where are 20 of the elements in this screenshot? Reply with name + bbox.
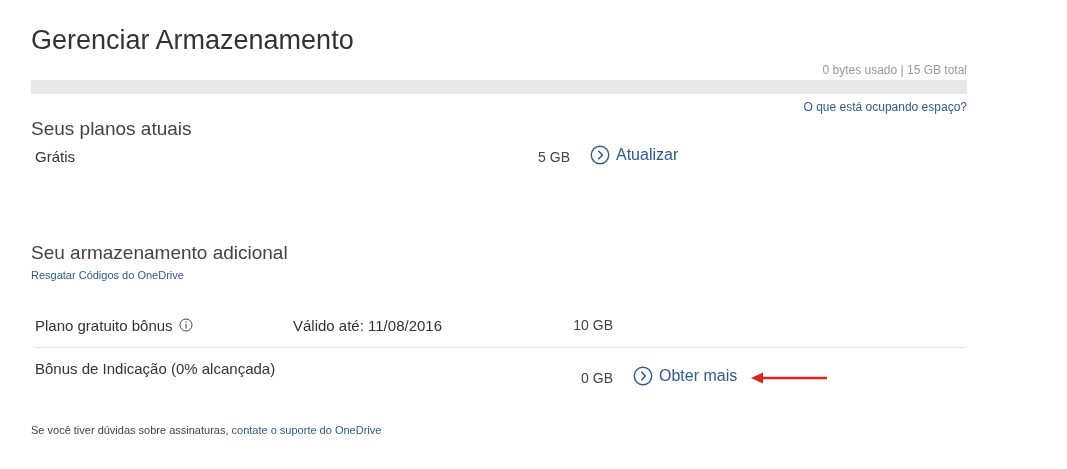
- plan-name: Grátis: [35, 148, 76, 165]
- usage-text: 0 bytes usado | 15 GB total: [821, 62, 967, 78]
- storage-link[interactable]: O que está ocupando espaço?: [803, 100, 967, 114]
- upgrade-link[interactable]: Atualizar: [590, 145, 679, 165]
- redeem-link[interactable]: Resgatar Códigos do OneDrive: [31, 269, 184, 281]
- validity-text: Válido até: 11/08/2016: [293, 316, 443, 334]
- plan-amount: 5 GB: [537, 148, 570, 165]
- info-icon[interactable]: [178, 318, 193, 332]
- footer-text: Se você tiver dúvidas sobre assinaturas, contate o suporte do OneDrive: [31, 424, 383, 436]
- plan-amount: 0 GB: [580, 369, 613, 388]
- support-link[interactable]: contate o suporte do OneDrive: [231, 424, 382, 436]
- section-heading: Seus planos atuais: [31, 117, 193, 141]
- chevron-circle-icon: [633, 366, 653, 386]
- page-title: Gerenciar Armazenamento: [31, 24, 355, 57]
- section-heading: Seu armazenamento adicional: [31, 241, 289, 265]
- get-more-link[interactable]: Obter mais: [633, 366, 738, 386]
- plan-name: Plano gratuito bônus: [35, 316, 173, 334]
- plan-name: Bônus de Indicação (0% alcançada): [35, 360, 276, 377]
- plan-amount: 10 GB: [572, 317, 613, 333]
- chevron-circle-icon: [590, 145, 610, 165]
